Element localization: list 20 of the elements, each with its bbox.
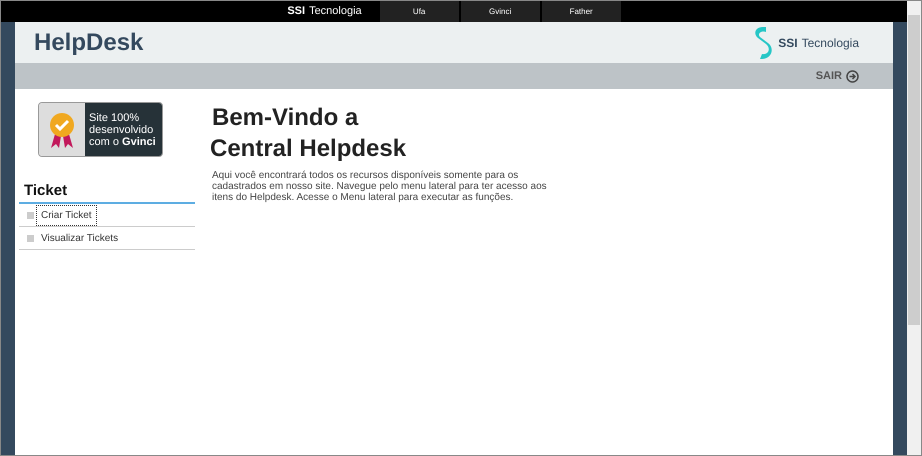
page-title: Central Helpdesk — [210, 134, 408, 164]
app-title: HelpDesk — [34, 28, 144, 58]
bullet-icon — [27, 212, 34, 218]
brand-name: Tecnologia — [309, 4, 362, 20]
scrollbar[interactable] — [907, 1, 921, 455]
top-tab[interactable]: Gvinci — [460, 1, 540, 22]
top-tab[interactable]: Father — [542, 1, 621, 22]
logo-text: Tecnologia — [802, 34, 859, 52]
logo-text: SSI — [778, 34, 798, 52]
brand-name: SSI — [287, 4, 306, 20]
arrow-right-icon — [846, 70, 859, 82]
top-tab[interactable]: Ufa — [380, 1, 459, 22]
sidebar-link[interactable]: Visualizar Tickets — [39, 228, 120, 248]
intro-paragraph: Aqui você encontrará todos os recursos disponíveis somente para os cadastrados em nosso site. Navegue pelo menu lateral para ter acesso aos itens do Helpdesk. Acesse o Menu lateral para executar as funções. — [212, 170, 548, 203]
sidebar-heading: Ticket — [23, 181, 68, 201]
page-title: Bem-Vindo a — [212, 103, 360, 133]
logout-link[interactable]: SAIR — [816, 68, 859, 84]
badge-text: Site 100% desenvolvido com o Gvinci — [85, 103, 162, 156]
bullet-icon — [27, 234, 34, 242]
sidebar-link[interactable]: Criar Ticket — [36, 204, 97, 226]
